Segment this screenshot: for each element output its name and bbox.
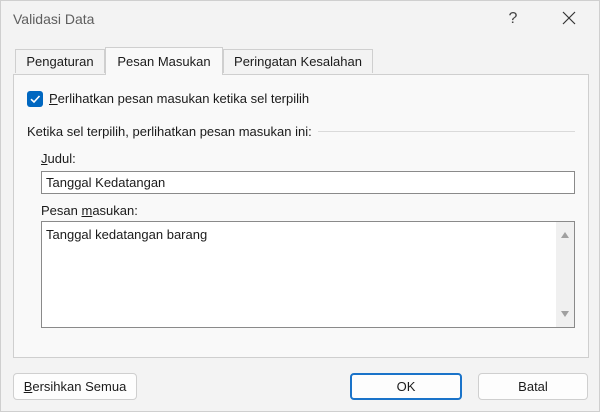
tab-pengaturan[interactable]: Pengaturan xyxy=(15,49,105,73)
group-label: Ketika sel terpilih, perlihatkan pesan m… xyxy=(27,124,318,139)
show-input-message-checkbox[interactable] xyxy=(27,91,43,107)
close-button[interactable] xyxy=(556,7,582,31)
help-button[interactable]: ? xyxy=(501,7,525,31)
tab-peringatan-kesalahan[interactable]: Peringatan Kesalahan xyxy=(223,49,373,73)
title-input[interactable]: Tanggal Kedatangan xyxy=(41,171,575,194)
message-scrollbar[interactable] xyxy=(556,222,574,327)
checkmark-icon xyxy=(30,95,41,104)
message-text: Tanggal kedatangan barang xyxy=(46,227,208,242)
title-bar: Validasi Data ? xyxy=(1,1,599,37)
clear-all-button[interactable]: Bersihkan Semua xyxy=(13,373,137,400)
triangle-up-icon[interactable] xyxy=(560,230,570,240)
data-validation-dialog: Validasi Data ? Pengaturan Pesan Masukan… xyxy=(0,0,600,412)
show-input-message-label[interactable]: Perlihatkan pesan masukan ketika sel ter… xyxy=(49,91,309,106)
cancel-button[interactable]: Batal xyxy=(478,373,588,400)
ok-button[interactable]: OK xyxy=(350,373,462,400)
title-label: Judul: xyxy=(41,151,76,166)
message-label: Pesan masukan: xyxy=(41,203,138,218)
dialog-title: Validasi Data xyxy=(13,11,95,27)
message-textarea[interactable]: Tanggal kedatangan barang xyxy=(41,221,575,328)
triangle-down-icon[interactable] xyxy=(560,309,570,319)
close-icon xyxy=(562,11,576,25)
tab-pesan-masukan[interactable]: Pesan Masukan xyxy=(105,47,223,75)
